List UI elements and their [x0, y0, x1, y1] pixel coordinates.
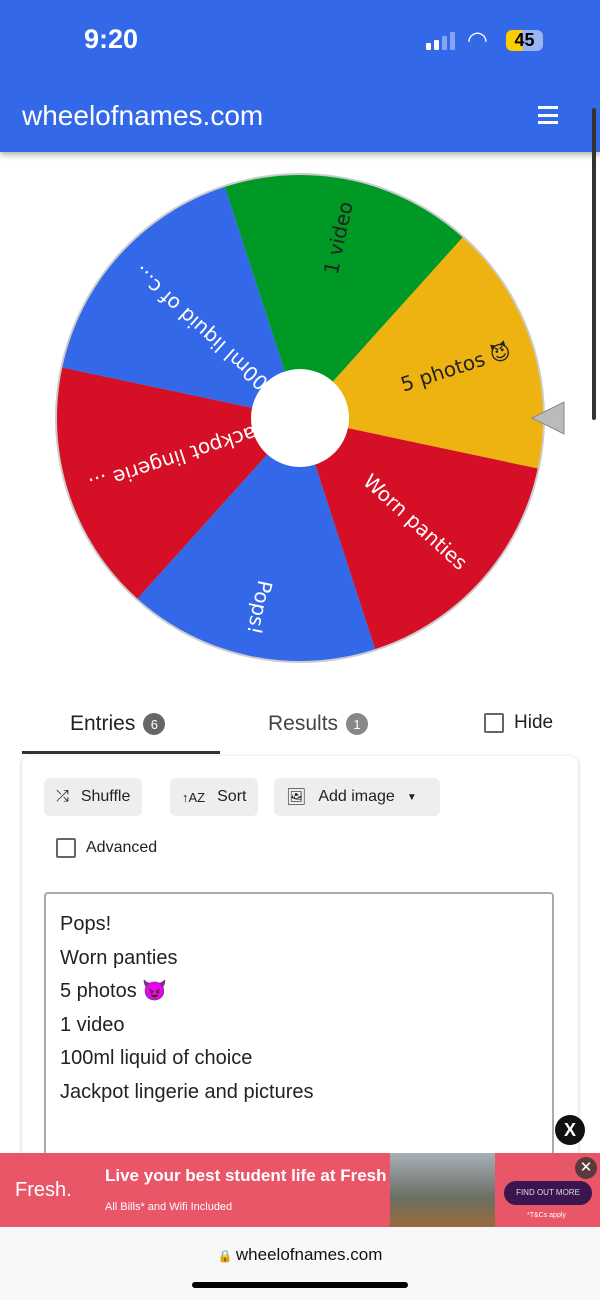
- lock-icon: 🔒: [217, 1249, 236, 1263]
- tabs: Entries 6 Results 1 Hide: [22, 712, 578, 754]
- ad-terms: *T&Cs apply: [527, 1212, 566, 1219]
- results-count-badge: 1: [346, 713, 369, 735]
- add-image-label: Add image: [318, 788, 395, 805]
- ad-close-icon[interactable]: ✕: [575, 1157, 597, 1179]
- browser-url-bar[interactable]: 🔒 wheelofnames.com: [0, 1227, 600, 1300]
- ad-banner[interactable]: Fresh. Live your best student life at Fr…: [0, 1153, 600, 1227]
- entry-line: Jackpot lingerie and pictures: [60, 1080, 314, 1103]
- hide-label: Hide: [514, 712, 554, 733]
- top-bar: 9:20 ◠ 45 wheelofnames.com: [0, 0, 600, 152]
- entry-line: 1 video: [60, 1013, 125, 1036]
- caret-down-icon: ▼: [406, 791, 417, 803]
- checkbox-icon[interactable]: [56, 838, 76, 858]
- advanced-checkbox[interactable]: Advanced: [56, 838, 157, 858]
- ad-headline: Live your best student life at Fresh: [105, 1166, 387, 1185]
- entry-line: Worn panties: [60, 946, 178, 969]
- checkbox-icon[interactable]: [484, 713, 504, 733]
- wifi-icon: ◠: [467, 27, 488, 54]
- tab-results-label: Results: [268, 712, 339, 735]
- status-time: 9:20: [84, 24, 139, 54]
- shuffle-icon: ⤮: [56, 788, 69, 805]
- shuffle-button[interactable]: ⤮ Shuffle: [44, 778, 143, 816]
- active-tab-indicator: [22, 751, 220, 754]
- home-indicator[interactable]: [192, 1282, 408, 1288]
- entry-line: 5 photos 😈: [60, 980, 168, 1002]
- tab-results[interactable]: Results 1: [268, 712, 369, 736]
- cell-signal-icon: [426, 32, 455, 50]
- hamburger-icon[interactable]: [538, 106, 558, 124]
- sort-button[interactable]: ↑AZ Sort: [170, 778, 259, 816]
- ad-cta-button[interactable]: FIND OUT MORE: [504, 1181, 592, 1205]
- entry-line: Pops!: [60, 913, 112, 935]
- entry-line: 100ml liquid of choice: [60, 1047, 253, 1069]
- ad-logo: Fresh.: [15, 1179, 72, 1201]
- ad-subtitle: All Bills* and Wifi Included: [105, 1201, 233, 1213]
- ad-image: [390, 1153, 495, 1227]
- close-button[interactable]: X: [555, 1115, 585, 1145]
- sort-icon: ↑AZ: [182, 789, 206, 805]
- wheel-center[interactable]: [251, 369, 349, 467]
- site-title[interactable]: wheelofnames.com: [22, 100, 263, 132]
- tab-entries-label: Entries: [70, 712, 136, 735]
- wheel[interactable]: 5 photos 😈Worn pantiesPops!Jackpot linge…: [0, 152, 600, 692]
- scrollbar[interactable]: [592, 108, 596, 420]
- tab-entries[interactable]: Entries 6: [70, 712, 166, 736]
- hide-checkbox[interactable]: Hide: [484, 712, 553, 734]
- url-text: wheelofnames.com: [235, 1245, 383, 1264]
- advanced-label: Advanced: [86, 839, 158, 856]
- battery-icon: 45: [506, 30, 543, 51]
- add-image-button[interactable]: 🖼 Add image ▼: [274, 778, 440, 816]
- sort-label: Sort: [217, 788, 247, 805]
- image-icon: 🖼: [286, 789, 307, 806]
- entries-count-badge: 6: [143, 713, 166, 735]
- shuffle-label: Shuffle: [80, 788, 131, 805]
